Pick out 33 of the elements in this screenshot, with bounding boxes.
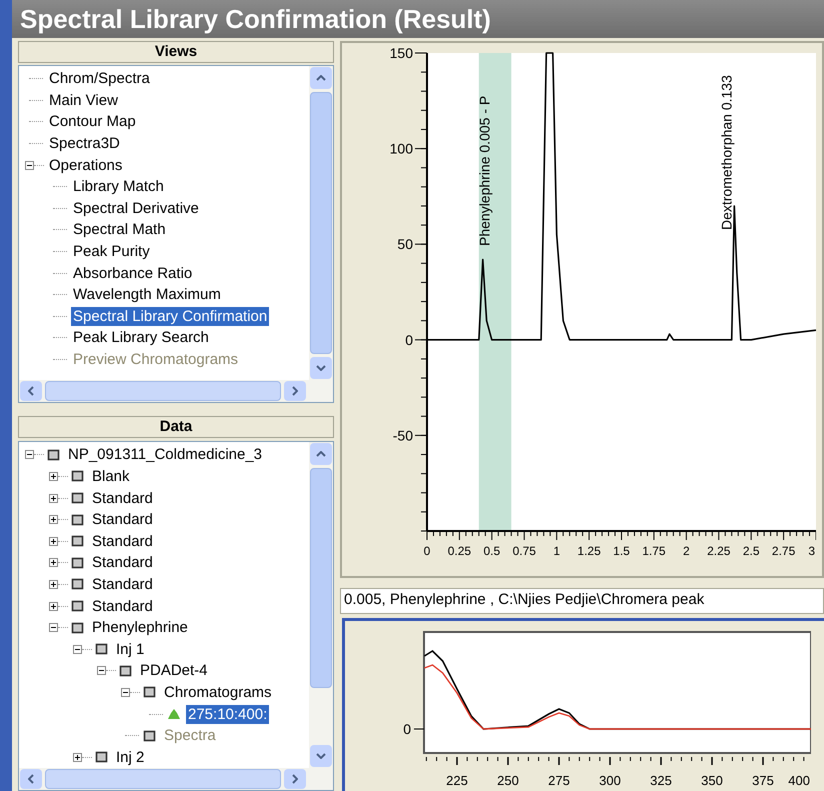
x-tick-label: 300: [599, 773, 621, 788]
x-tick-label: 3: [808, 544, 815, 558]
x-tick-label: 2.25: [707, 544, 730, 558]
info-text: 0.005, Phenylephrine , C:\Njies Pedjie\Chromera peak: [340, 588, 824, 614]
peak-label: Dextromethorphan 0.133: [718, 75, 735, 230]
x-tick-label: 1.5: [613, 544, 630, 558]
window-title: Spectral Library Confirmation (Result): [12, 0, 824, 38]
x-tick-label: 225: [446, 773, 468, 788]
x-tick-label: 0.75: [512, 544, 536, 558]
x-tick-label: 1.75: [642, 544, 666, 558]
x-tick-label: 325: [650, 773, 672, 788]
x-tick-label: 0: [424, 544, 430, 558]
y-tick-label: 0: [403, 721, 411, 737]
x-tick-label: 350: [701, 773, 723, 788]
y-tick-label: 50: [397, 236, 413, 252]
x-tick-label: 375: [752, 773, 774, 788]
panel-header: Data: [18, 416, 334, 438]
x-tick-label: 2.75: [772, 544, 796, 558]
x-tick-label: 2: [683, 544, 690, 558]
x-tick-label: 0.5: [484, 544, 500, 558]
x-tick-label: 1: [553, 544, 560, 558]
x-tick-label: 250: [497, 773, 519, 788]
x-tick-label: 0.25: [448, 544, 472, 558]
x-tick-label: 1.25: [577, 544, 601, 558]
x-tick-label: 400: [788, 773, 810, 788]
peak-label: Phenylephrine 0.005 - P: [476, 96, 492, 246]
y-tick-label: 100: [390, 140, 413, 157]
panel-header: Views: [18, 41, 334, 63]
y-tick-label: 150: [390, 45, 413, 61]
x-tick-label: 275: [548, 773, 570, 788]
y-tick-label: -50: [392, 427, 413, 444]
x-tick-label: 2.5: [742, 544, 760, 558]
y-tick-label: 0: [405, 332, 413, 348]
